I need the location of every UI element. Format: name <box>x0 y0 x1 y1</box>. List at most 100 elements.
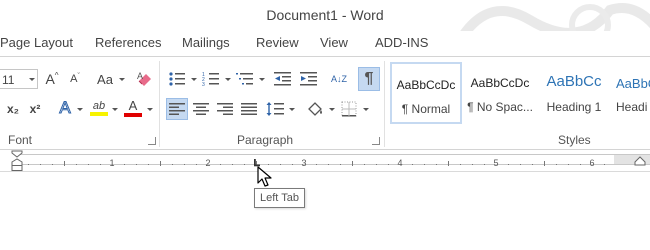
grow-font-button[interactable]: A ^ <box>42 69 62 89</box>
ruler-tick <box>388 164 389 165</box>
right-indent-marker-icon[interactable] <box>634 156 646 166</box>
ribbon-tabs: Page Layout References Mailings Review V… <box>0 31 650 56</box>
subscript-button[interactable]: x₂ <box>4 99 22 119</box>
ruler-strip: 1 2 3 4 5 6 <box>16 154 614 168</box>
subscript-label: x₂ <box>6 102 19 116</box>
font-size-dropdown-arrow[interactable] <box>29 78 35 81</box>
tab-view[interactable]: View <box>320 35 348 50</box>
group-separator <box>159 61 160 147</box>
style-heading-1[interactable]: AaBbCc Heading 1 <box>538 62 610 124</box>
paint-bucket-icon <box>308 102 322 116</box>
show-hide-formatting-button[interactable]: ¶ <box>358 67 380 91</box>
ruler-tick <box>340 164 341 165</box>
paragraph-dialog-launcher[interactable] <box>372 137 380 145</box>
ruler-tick <box>124 164 125 165</box>
font-color-swatch <box>124 113 142 117</box>
ruler-tick <box>280 164 281 165</box>
change-case-dropdown-arrow[interactable] <box>119 78 125 81</box>
text-effects-dropdown-arrow[interactable] <box>77 108 83 111</box>
tab-add-ins[interactable]: ADD-INS <box>375 35 428 50</box>
style-heading-2[interactable]: AaBbC Headi <box>612 62 650 124</box>
font-color-button[interactable]: A <box>122 97 144 119</box>
borders-button[interactable] <box>338 98 360 120</box>
font-color-dropdown-arrow[interactable] <box>147 108 153 111</box>
tooltip: Left Tab <box>254 188 305 208</box>
ribbon: 11 A ^ Aˇ Aa A x₂ x² A ab A Font 1 2 3 A… <box>0 56 650 150</box>
text-effects-button[interactable]: A <box>55 97 75 119</box>
ruler-tick <box>184 164 185 165</box>
ruler-tick <box>196 164 197 165</box>
font-group-label: Font <box>8 133 33 147</box>
ruler-tick <box>268 164 269 165</box>
ruler-tick <box>136 164 137 165</box>
justify-button[interactable] <box>238 98 260 120</box>
shrink-font-caret-icon: ˇ <box>77 72 80 80</box>
change-case-label: Aa <box>97 71 113 87</box>
multilevel-list-button[interactable] <box>234 69 256 89</box>
align-center-icon <box>193 103 209 115</box>
shading-dropdown-arrow[interactable] <box>329 108 335 111</box>
align-right-icon <box>217 103 233 115</box>
highlight-color-button[interactable]: ab <box>88 97 110 119</box>
style-normal[interactable]: AaBbCcDc ¶ Normal <box>390 62 462 124</box>
clear-formatting-button[interactable]: A <box>134 67 156 89</box>
tab-review[interactable]: Review <box>256 35 299 50</box>
borders-icon <box>341 101 357 117</box>
ruler-tick <box>568 164 569 165</box>
justify-icon <box>241 103 257 115</box>
change-case-button[interactable]: Aa <box>92 69 118 89</box>
align-center-button[interactable] <box>190 98 212 120</box>
multilevel-dropdown-arrow[interactable] <box>259 78 265 81</box>
bullets-button[interactable] <box>166 69 188 89</box>
ruler-tick <box>172 164 173 165</box>
line-spacing-dropdown-arrow[interactable] <box>289 108 295 111</box>
ruler-tick <box>52 164 53 165</box>
sort-button[interactable]: A↓Z <box>328 67 350 91</box>
ruler-tick <box>520 164 521 165</box>
document-area[interactable] <box>0 171 650 250</box>
ruler-tick <box>484 164 485 165</box>
style-sample: AaBbCcDc <box>396 78 456 92</box>
shading-button[interactable] <box>304 98 326 120</box>
ruler-tick <box>100 164 101 165</box>
ruler-tick <box>460 164 461 165</box>
style-no-spacing[interactable]: AaBbCcDc ¶ No Spac... <box>464 62 536 124</box>
svg-text:A: A <box>137 71 143 81</box>
multilevel-list-icon <box>236 73 253 85</box>
tab-mailings[interactable]: Mailings <box>182 35 230 50</box>
ruler-number: 5 <box>493 158 499 168</box>
shrink-font-button[interactable]: Aˇ <box>65 69 85 89</box>
ruler-tick <box>76 164 77 165</box>
ruler-tick <box>364 164 365 165</box>
ruler-tick <box>148 164 149 165</box>
ruler-tick <box>448 161 449 166</box>
highlight-dropdown-arrow[interactable] <box>112 108 118 111</box>
style-name: Heading 1 <box>546 100 602 114</box>
ruler-tick <box>244 164 245 165</box>
title-bar: Document1 - Word <box>0 0 650 31</box>
line-spacing-icon <box>266 102 284 116</box>
horizontal-ruler[interactable]: 1 2 3 4 5 6 <box>0 150 650 171</box>
styles-group-label: Styles <box>558 133 591 147</box>
numbering-button[interactable]: 1 2 3 <box>200 69 222 89</box>
style-name: ¶ No Spac... <box>467 100 533 114</box>
align-right-button[interactable] <box>214 98 236 120</box>
ruler-tick <box>352 161 353 166</box>
bullets-dropdown-arrow[interactable] <box>191 78 197 81</box>
borders-dropdown-arrow[interactable] <box>363 108 369 111</box>
tab-page-layout[interactable]: Page Layout <box>0 35 73 50</box>
numbering-dropdown-arrow[interactable] <box>225 78 231 81</box>
ruler-tick <box>412 164 413 165</box>
decrease-indent-button[interactable] <box>272 69 294 89</box>
line-spacing-button[interactable] <box>264 98 286 120</box>
ruler-tick <box>40 164 41 165</box>
superscript-button[interactable]: x² <box>26 99 44 119</box>
style-name: ¶ Normal <box>401 102 451 116</box>
tab-references[interactable]: References <box>95 35 161 50</box>
font-dialog-launcher[interactable] <box>148 137 156 145</box>
ruler-tick <box>556 164 557 165</box>
increase-indent-button[interactable] <box>298 69 320 89</box>
decrease-indent-icon <box>274 72 291 86</box>
ruler-tick <box>64 161 65 166</box>
align-left-button[interactable] <box>166 98 188 120</box>
